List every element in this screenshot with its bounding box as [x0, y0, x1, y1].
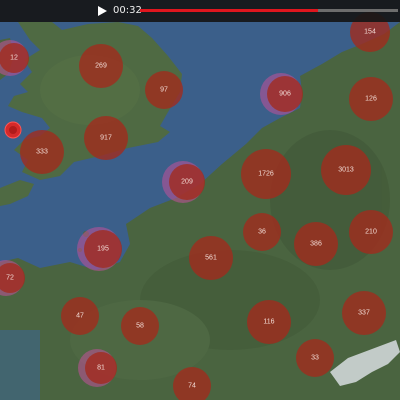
- cluster-marker-3013[interactable]: 3013: [321, 145, 371, 195]
- cluster-count-label: 386: [310, 241, 322, 248]
- cluster-count-label: 210: [365, 229, 377, 236]
- cluster-count-label: 36: [258, 229, 266, 236]
- cluster-marker-116[interactable]: 116: [247, 300, 291, 344]
- cluster-count-label: 333: [36, 149, 48, 156]
- cluster-count-label: 209: [181, 179, 193, 186]
- cluster-marker-333[interactable]: 333: [20, 130, 64, 174]
- progress-fill: [140, 9, 319, 12]
- cluster-count-label: 1726: [258, 171, 274, 178]
- cluster-marker-47[interactable]: 47: [61, 297, 99, 335]
- cluster-marker-36[interactable]: 36: [243, 213, 281, 251]
- cluster-count-label: 12: [10, 55, 18, 62]
- cluster-count-label: 97: [160, 87, 168, 94]
- cluster-marker-58[interactable]: 58: [121, 307, 159, 345]
- cluster-marker-1726[interactable]: 1726: [241, 149, 291, 199]
- cluster-marker-561[interactable]: 561: [189, 236, 233, 280]
- cluster-count-label: 917: [100, 135, 112, 142]
- cluster-count-label: 561: [205, 255, 217, 262]
- cluster-marker-337[interactable]: 337: [342, 291, 386, 335]
- cluster-count-label: 33: [311, 355, 319, 362]
- cluster-count-label: 74: [188, 383, 196, 390]
- cluster-count-label: 126: [365, 96, 377, 103]
- video-player-bar: 00:32: [0, 0, 400, 22]
- cluster-count-label: 3013: [338, 167, 354, 174]
- satellite-map[interactable]: 12 269 97 154 906 126 917 333 209 1726 3013 36 386 21…: [0, 0, 400, 400]
- cluster-count-label: 337: [358, 310, 370, 317]
- map-viewer[interactable]: 12 269 97 154 906 126 917 333 209 1726 3013 36 386 21…: [0, 0, 400, 400]
- cluster-marker-917[interactable]: 917: [84, 116, 128, 160]
- cluster-count-label: 269: [95, 63, 107, 70]
- cluster-marker-126[interactable]: 126: [349, 77, 393, 121]
- cluster-count-label: 58: [136, 323, 144, 330]
- cluster-marker-33[interactable]: 33: [296, 339, 334, 377]
- cluster-marker-386[interactable]: 386: [294, 222, 338, 266]
- play-icon: [98, 6, 107, 16]
- cluster-count-label: 116: [263, 319, 274, 326]
- cluster-count-label: 72: [6, 275, 14, 282]
- cluster-count-label: 47: [76, 313, 84, 320]
- cluster-marker-97[interactable]: 97: [145, 71, 183, 109]
- play-button[interactable]: [96, 5, 108, 17]
- atlantic-water: [0, 330, 40, 400]
- cluster-count-label: 81: [97, 365, 105, 372]
- cluster-count-label: 906: [279, 91, 291, 98]
- playback-time: 00:32: [113, 5, 142, 16]
- progress-bar[interactable]: [140, 9, 398, 12]
- location-pin-inner: [9, 126, 17, 134]
- cluster-count-label: 154: [364, 29, 376, 36]
- cluster-marker-210[interactable]: 210: [349, 210, 393, 254]
- cluster-marker-269[interactable]: 269: [79, 44, 123, 88]
- cluster-count-label: 195: [97, 246, 109, 253]
